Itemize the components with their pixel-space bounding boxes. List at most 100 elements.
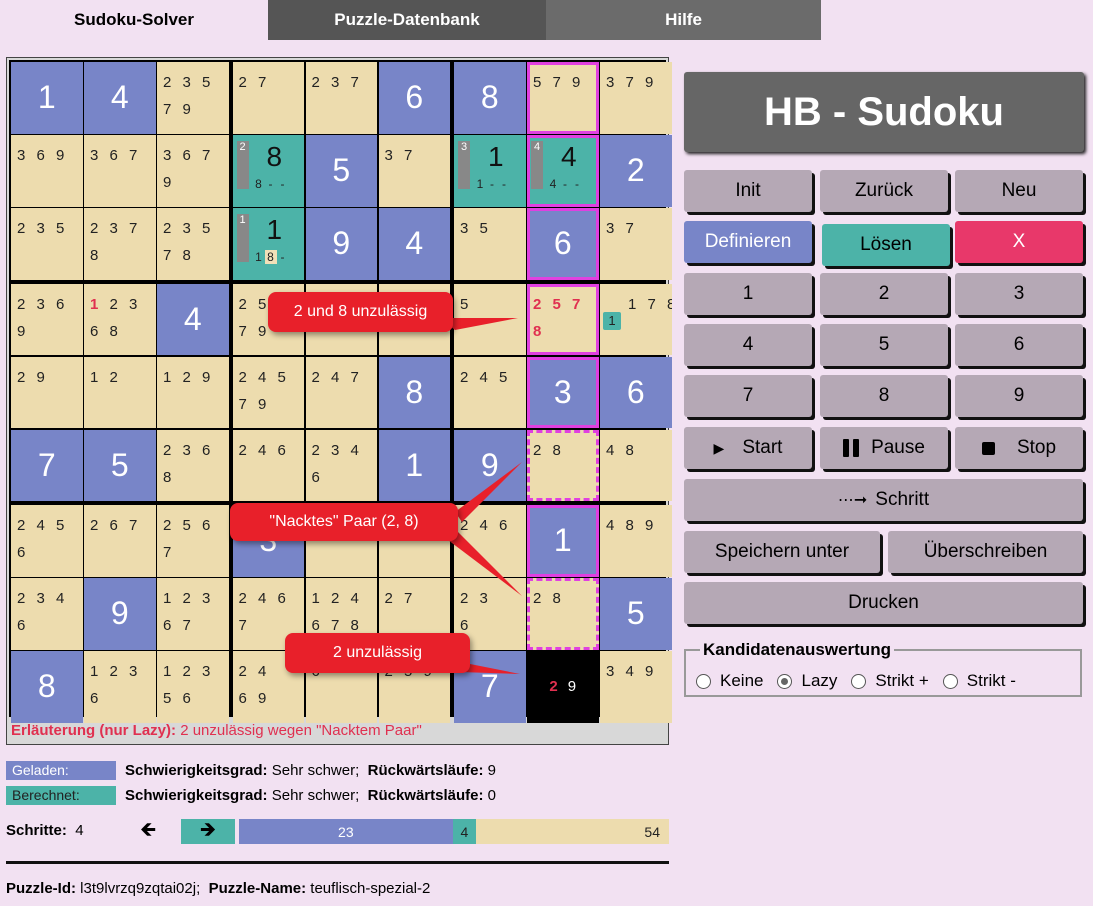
neu-button[interactable]: Neu [955,170,1083,212]
radio-circle[interactable] [942,673,958,689]
radio-circle[interactable] [696,673,711,689]
cell-r2c3[interactable]: 3 6 7 9 [157,135,229,207]
cell-r1c1[interactable]: 1 [11,62,83,134]
init-button[interactable]: Init [684,170,812,212]
cell-r4c9[interactable]: 1 7 81 [600,283,672,355]
cell-r5c9[interactable]: 6 [600,356,672,428]
radio-strikt[interactable]: Strikt + [851,671,929,691]
cell-r2c8[interactable]: 444-- [527,135,599,207]
cell-r9c8[interactable]: 29 [527,651,599,723]
cell-r3c1[interactable]: 2 3 5 [11,208,83,280]
stop-button[interactable]: Stop [955,427,1083,469]
cell-r6c7[interactable]: 9 [454,429,526,501]
cell-r2c2[interactable]: 3 6 7 [84,135,156,207]
cell-r1c5[interactable]: 2 3 7 [305,62,377,134]
radio-strikt[interactable]: Strikt - [942,671,1016,691]
cell-r1c2[interactable]: 4 [84,62,156,134]
digit-button-1[interactable]: 1 [684,273,812,315]
digit-button-7[interactable]: 7 [684,375,812,417]
cell-r3c6[interactable]: 4 [378,208,450,280]
cell-r3c3[interactable]: 2 3 5 7 8 [157,208,229,280]
radio-lazy[interactable]: Lazy [777,671,837,691]
digit-button-5[interactable]: 5 [820,324,948,366]
cell-r6c1[interactable]: 7 [11,429,83,501]
definieren-button[interactable]: Definieren [684,221,812,263]
cell-r6c5[interactable]: 2 3 4 6 [305,429,377,501]
cell-r5c1[interactable]: 2 9 [11,356,83,428]
digit-button-8[interactable]: 8 [820,375,948,417]
cell-r7c7[interactable]: 2 4 6 [454,505,526,577]
cell-r6c9[interactable]: 4 8 [600,429,672,501]
cell-r1c9[interactable]: 3 7 9 [600,62,672,134]
cell-r2c6[interactable]: 3 7 [378,135,450,207]
cell-r1c6[interactable]: 6 [378,62,450,134]
schritt-button[interactable]: ⋯➞ Schritt [684,479,1083,521]
cell-r5c3[interactable]: 1 2 9 [157,356,229,428]
cell-r1c8[interactable]: 5 7 9 [527,62,599,134]
step-back-button[interactable]: 🡸 [140,820,168,840]
cell-r4c7[interactable]: 5 [454,283,526,355]
digit-button-9[interactable]: 9 [955,375,1083,417]
cell-r3c8[interactable]: 6 [527,208,599,280]
cell-r5c7[interactable]: 2 4 5 [454,356,526,428]
cell-r2c5[interactable]: 5 [305,135,377,207]
cell-r7c3[interactable]: 2 5 6 7 [157,505,229,577]
cell-r5c2[interactable]: 1 2 [84,356,156,428]
x-button[interactable]: X [955,221,1083,263]
cell-r5c4[interactable]: 2 4 5 7 9 [232,356,304,428]
step-forward-button[interactable]: 🡺 [181,819,235,844]
cell-r8c8[interactable]: 2 8 [527,578,599,650]
cell-r5c5[interactable]: 2 4 7 [305,356,377,428]
cell-r1c3[interactable]: 2 3 5 7 9 [157,62,229,134]
cell-r3c2[interactable]: 2 3 7 8 [84,208,156,280]
cell-r4c1[interactable]: 2 3 6 9 [11,283,83,355]
cell-r3c7[interactable]: 3 5 [454,208,526,280]
radio-keine[interactable]: Keine [696,671,763,691]
cell-r8c2[interactable]: 9 [84,578,156,650]
cell-r3c5[interactable]: 9 [305,208,377,280]
cell-r4c2[interactable]: 1 2 3 6 8 [84,283,156,355]
tab-puzzle-datenbank[interactable]: Puzzle-Datenbank [268,0,546,40]
cell-r2c4[interactable]: 288-- [232,135,304,207]
pause-button[interactable]: Pause [820,427,948,469]
start-button[interactable]: ▶ Start [684,427,812,469]
cell-r6c6[interactable]: 1 [378,429,450,501]
zurueck-button[interactable]: Zurück [820,170,948,212]
digit-button-2[interactable]: 2 [820,273,948,315]
cell-r7c2[interactable]: 2 6 7 [84,505,156,577]
cell-r4c8[interactable]: 2 5 7 8 [527,283,599,355]
cell-r7c8[interactable]: 1 [527,505,599,577]
cell-r7c9[interactable]: 4 8 9 [600,505,672,577]
cell-r9c9[interactable]: 3 4 9 [600,651,672,723]
radio-circle[interactable] [851,673,867,689]
cell-r3c9[interactable]: 3 7 [600,208,672,280]
tab-hilfe[interactable]: Hilfe [546,0,821,40]
drucken-button[interactable]: Drucken [684,582,1083,624]
loesen-button[interactable]: Lösen [822,224,950,266]
cell-r4c3[interactable]: 4 [157,283,229,355]
cell-r5c6[interactable]: 8 [378,356,450,428]
cell-r8c1[interactable]: 2 3 4 6 [11,578,83,650]
cell-r1c7[interactable]: 8 [454,62,526,134]
cell-r2c7[interactable]: 311-- [454,135,526,207]
tab-sudoku-solver[interactable]: Sudoku-Solver [0,0,268,40]
cell-r2c9[interactable]: 2 [600,135,672,207]
cell-r9c2[interactable]: 1 2 3 6 [84,651,156,723]
cell-r8c9[interactable]: 5 [600,578,672,650]
cell-r6c2[interactable]: 5 [84,429,156,501]
cell-r9c1[interactable]: 8 [11,651,83,723]
cell-r3c4[interactable]: 1118- [232,208,304,280]
ueberschreiben-button[interactable]: Überschreiben [888,531,1083,573]
cell-r2c1[interactable]: 3 6 9 [11,135,83,207]
digit-button-3[interactable]: 3 [955,273,1083,315]
cell-r6c3[interactable]: 2 3 6 8 [157,429,229,501]
radio-circle[interactable] [777,673,793,689]
cell-r9c3[interactable]: 1 2 3 5 6 [157,651,229,723]
cell-r6c8[interactable]: 2 8 [527,429,599,501]
speichern-unter-button[interactable]: Speichern unter [684,531,880,573]
cell-r1c4[interactable]: 2 7 [232,62,304,134]
cell-r6c4[interactable]: 2 4 6 [232,429,304,501]
cell-r7c1[interactable]: 2 4 5 6 [11,505,83,577]
digit-button-6[interactable]: 6 [955,324,1083,366]
digit-button-4[interactable]: 4 [684,324,812,366]
